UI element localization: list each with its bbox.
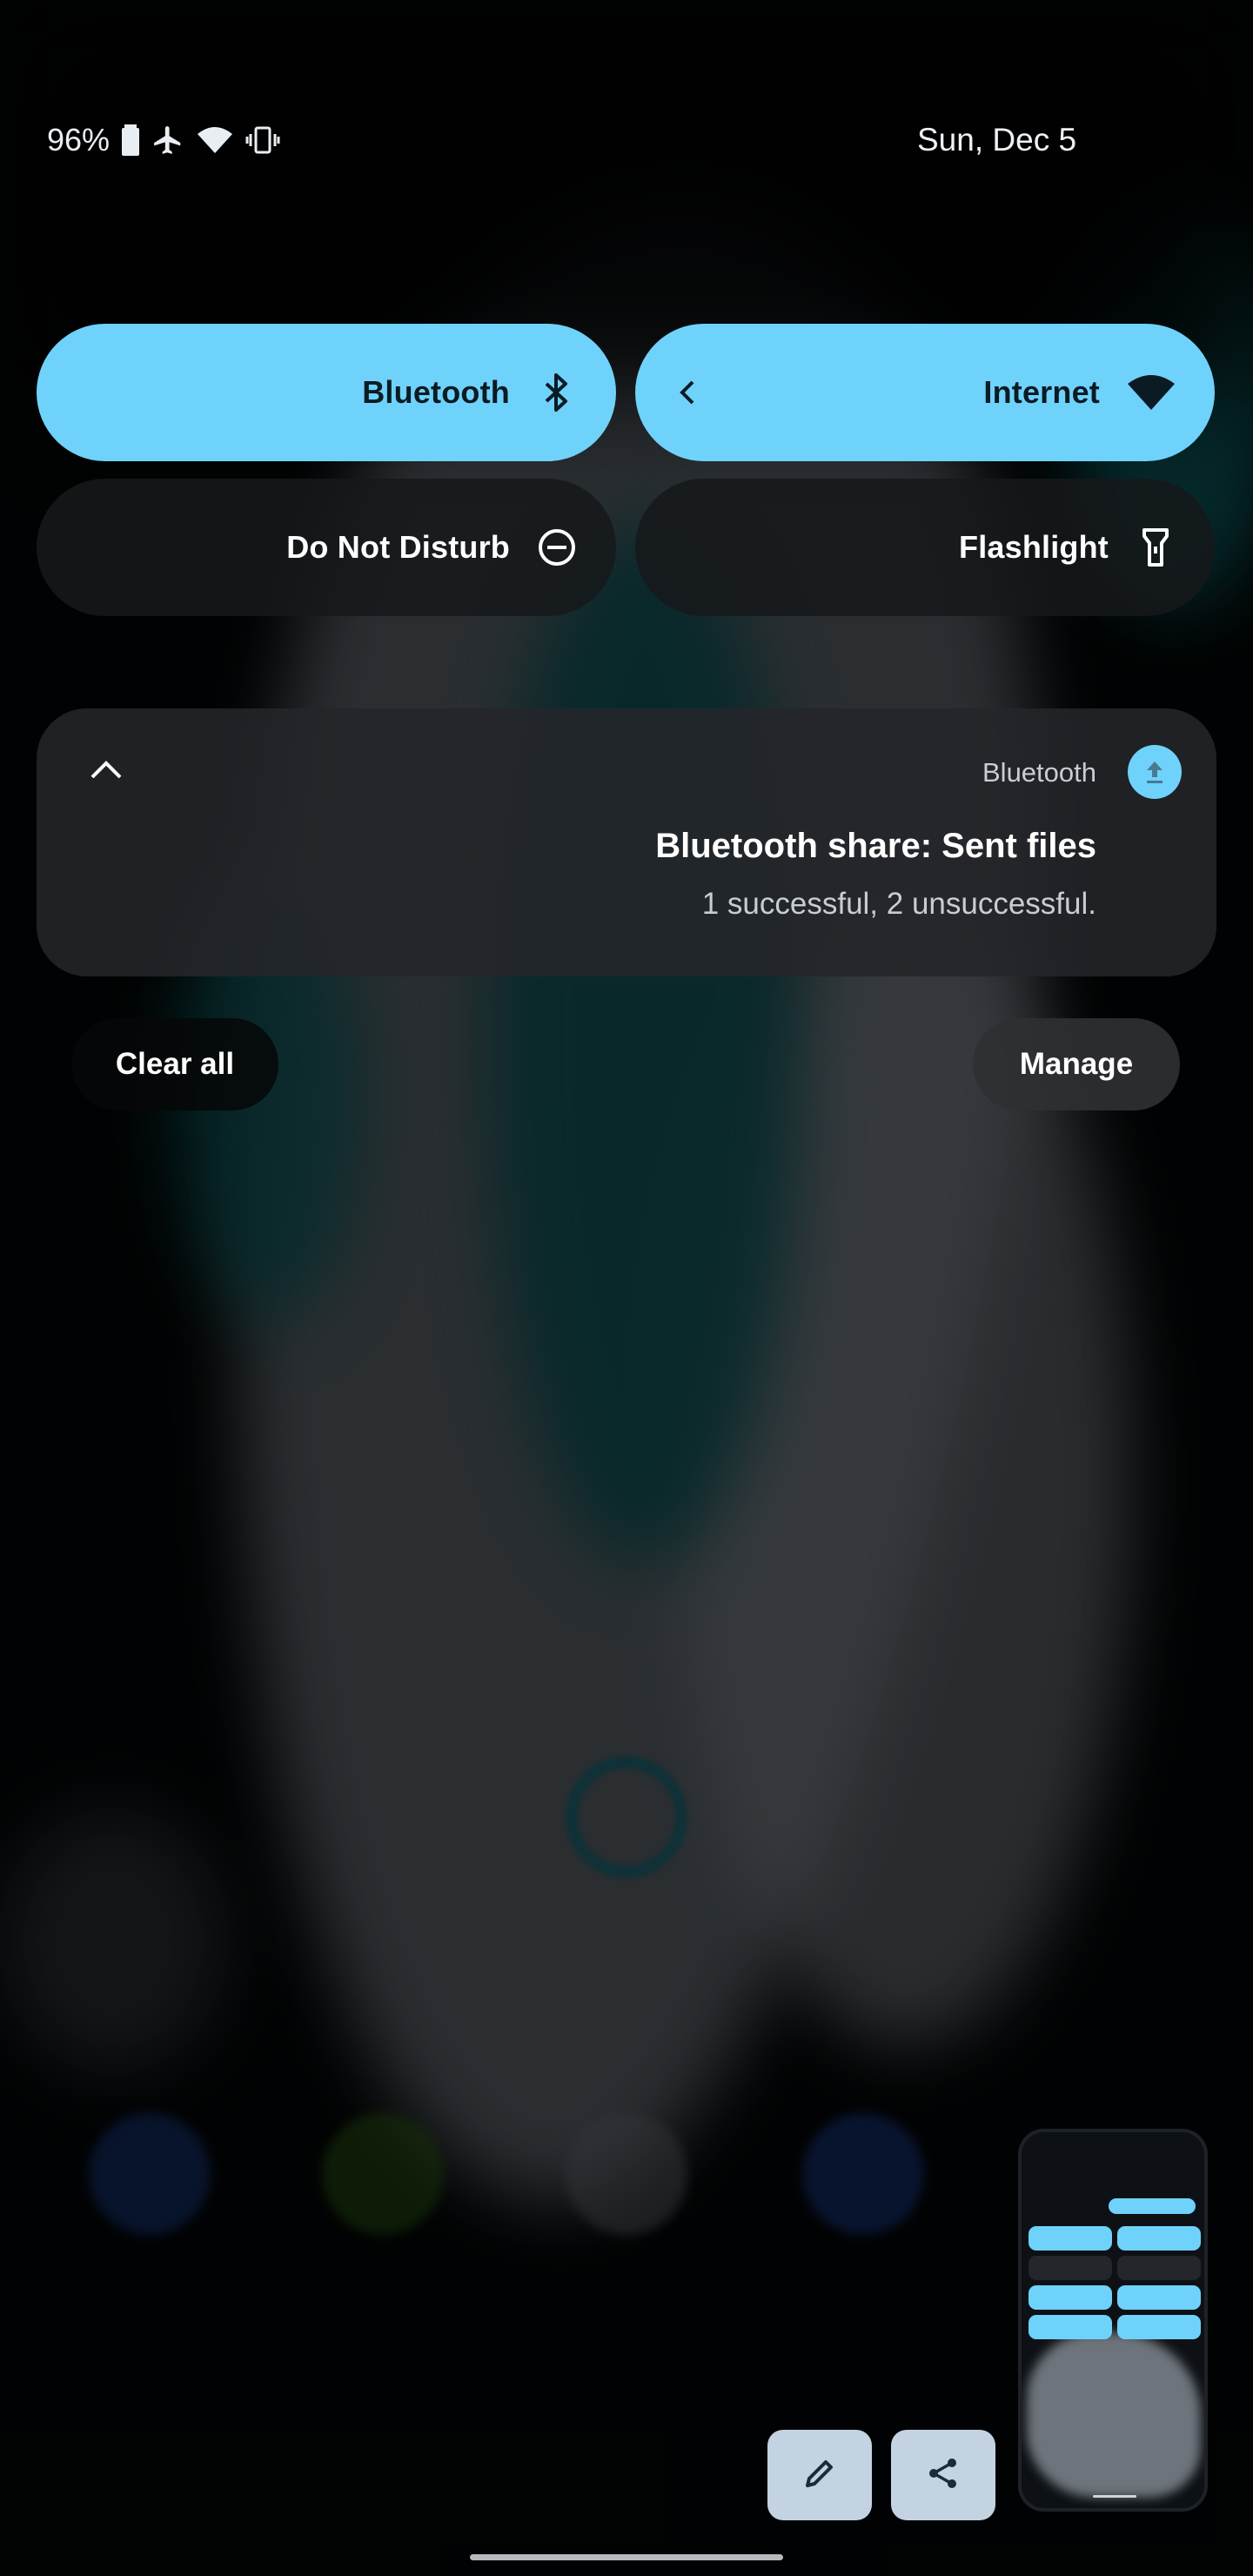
wifi-icon [197,125,233,155]
airplane-mode-icon [151,124,184,157]
date: Sun, Dec 5 [917,122,1077,158]
gesture-navigation-handle[interactable] [470,2554,783,2560]
do-not-disturb-tile[interactable]: Do Not Disturb [37,479,616,616]
share-icon [925,2455,962,2496]
wifi-icon [1126,372,1176,413]
flashlight-icon [1135,527,1176,568]
bluetooth-share-notification[interactable]: Bluetooth Bluetooth share: Sent files 1 … [37,708,1216,976]
edit-screenshot-button[interactable] [767,2430,872,2520]
battery-icon [122,124,140,156]
tile-label: Internet [983,374,1100,410]
bluetooth-tile[interactable]: Bluetooth [37,324,616,461]
status-bar: 96% [47,122,280,158]
share-screenshot-button[interactable] [891,2430,995,2520]
chevron-left-icon[interactable] [670,375,705,410]
clear-all-button[interactable]: Clear all [71,1018,278,1110]
screenshot-preview-thumbnail[interactable] [1018,2129,1208,2512]
flashlight-tile[interactable]: Flashlight [635,479,1215,616]
tile-label: Bluetooth [362,374,510,410]
notification-title: Bluetooth share: Sent files [655,827,1096,865]
bluetooth-icon [536,372,578,413]
battery-percent: 96% [47,122,111,158]
do-not-disturb-icon [536,527,578,568]
tile-label: Flashlight [959,529,1109,565]
vibrate-icon [245,125,280,155]
notification-body: 1 successful, 2 unsuccessful. [701,887,1096,921]
chevron-up-icon[interactable] [80,743,132,795]
notification-app-name: Bluetooth [982,757,1096,788]
pencil-icon [802,2456,837,2495]
manage-button[interactable]: Manage [973,1018,1180,1110]
tile-label: Do Not Disturb [286,529,510,565]
upload-icon [1128,745,1182,799]
internet-tile[interactable]: Internet [635,324,1215,461]
